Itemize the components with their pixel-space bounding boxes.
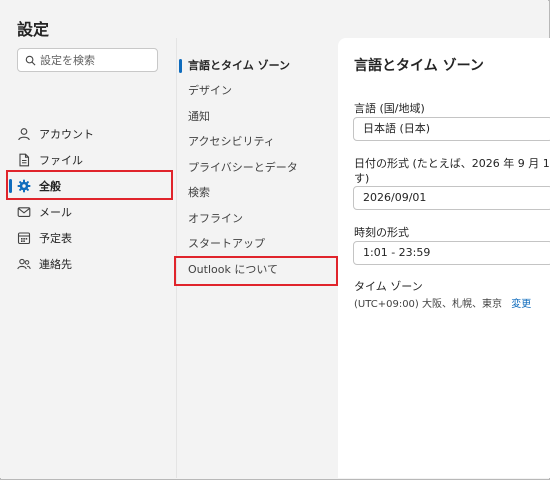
nav-item-label: 予定表 xyxy=(39,232,72,245)
title-bar xyxy=(0,0,548,38)
language-select[interactable]: 日本語 (日本) xyxy=(353,117,550,141)
settings-search-box[interactable] xyxy=(17,48,158,72)
people-icon xyxy=(17,258,31,270)
submenu-search[interactable]: 検索 xyxy=(188,182,210,204)
calendar-icon xyxy=(17,232,31,245)
nav-item-mail[interactable]: メール xyxy=(8,199,172,225)
submenu-active-indicator xyxy=(179,59,182,73)
date-format-label: 日付の形式 (たとえば、2026 年 9 月 1 日 xyxy=(354,157,550,170)
nav-item-calendar[interactable]: 予定表 xyxy=(8,225,172,251)
submenu-accessibility[interactable]: アクセシビリティ xyxy=(188,131,275,153)
date-format-label-cont: す) xyxy=(354,172,370,185)
highlight-box-general xyxy=(6,170,173,200)
timezone-change-link[interactable]: 変更 xyxy=(511,299,531,310)
nav-item-contacts[interactable]: 連絡先 xyxy=(8,251,172,277)
submenu-startup[interactable]: スタートアップ xyxy=(188,233,265,255)
submenu-notifications[interactable]: 通知 xyxy=(188,106,210,128)
date-format-select[interactable]: 2026/09/01 xyxy=(353,186,550,210)
settings-search-input[interactable] xyxy=(40,51,152,69)
time-format-select[interactable]: 1:01 - 23:59 xyxy=(353,241,550,265)
time-format-label: 時刻の形式 xyxy=(354,226,409,239)
submenu-offline[interactable]: オフライン xyxy=(188,208,243,230)
nav-item-label: メール xyxy=(39,206,72,219)
nav-item-account[interactable]: アカウント xyxy=(8,121,172,147)
timezone-row: (UTC+09:00) 大阪、札幌、東京 変更 xyxy=(354,295,531,310)
submenu-privacy-data[interactable]: プライバシーとデータ xyxy=(188,157,298,179)
highlight-box-about-outlook xyxy=(174,256,338,286)
pane-title: 言語とタイム ゾーン xyxy=(354,58,484,74)
document-icon xyxy=(19,153,30,167)
search-icon xyxy=(25,55,36,66)
nav-item-label: アカウント xyxy=(39,128,94,141)
mail-icon xyxy=(17,207,31,217)
timezone-label: タイム ゾーン xyxy=(354,280,423,293)
timezone-value: (UTC+09:00) 大阪、札幌、東京 xyxy=(354,299,503,310)
language-label: 言語 (国/地域) xyxy=(354,102,425,115)
person-icon xyxy=(18,128,30,141)
submenu-language-timezone[interactable]: 言語とタイム ゾーン xyxy=(188,55,290,77)
settings-title: 設定 xyxy=(17,20,50,39)
submenu-design[interactable]: デザイン xyxy=(188,80,232,102)
nav-item-label: ファイル xyxy=(39,154,83,167)
nav-item-label: 連絡先 xyxy=(39,258,72,271)
